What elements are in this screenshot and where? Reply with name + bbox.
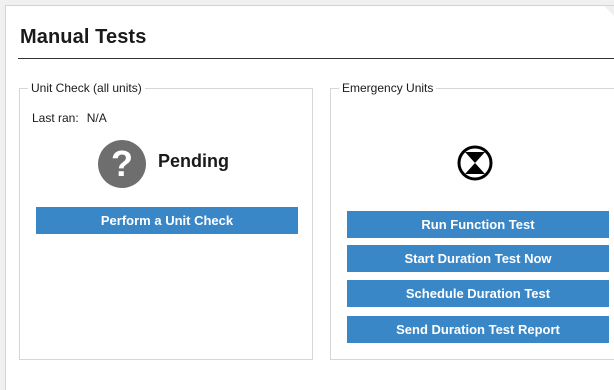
unit-check-group: Unit Check (all units) Last ran: N/A ? Pe… [19, 80, 313, 360]
last-ran-row: Last ran: N/A [32, 111, 107, 125]
page-title: Manual Tests [20, 26, 147, 48]
start-duration-test-button[interactable]: Start Duration Test Now [347, 245, 609, 272]
manual-tests-panel: Manual Tests Unit Check (all units) Last… [5, 5, 614, 390]
perform-unit-check-button[interactable]: Perform a Unit Check [36, 207, 298, 234]
emergency-units-legend: Emergency Units [339, 80, 437, 96]
question-mark-icon: ? [98, 140, 146, 188]
emergency-units-group: Emergency Units Run Function Test Start … [330, 80, 614, 360]
schedule-duration-test-button[interactable]: Schedule Duration Test [347, 280, 609, 307]
title-divider [18, 58, 614, 59]
last-ran-value: N/A [86, 111, 107, 125]
send-duration-test-report-button[interactable]: Send Duration Test Report [347, 316, 609, 343]
corner-fold [604, 6, 614, 22]
unit-check-status: Pending [158, 151, 229, 171]
run-function-test-button[interactable]: Run Function Test [347, 211, 609, 238]
hourglass-circle-icon [457, 145, 493, 181]
last-ran-label: Last ran: [32, 111, 79, 125]
unit-check-legend: Unit Check (all units) [28, 80, 145, 96]
